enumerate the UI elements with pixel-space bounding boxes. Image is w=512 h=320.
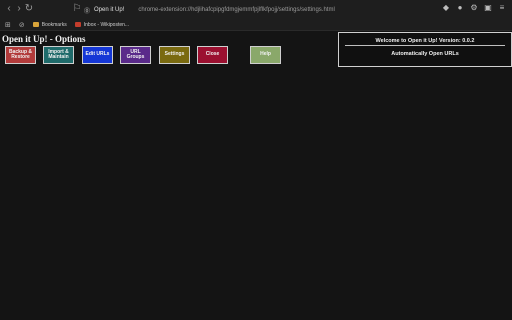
forward-icon[interactable]: › (14, 4, 24, 14)
divider (345, 45, 505, 46)
bookmarks-bar: ⊞ ⊘ Bookmarks Inbox - Wikiposten... (0, 19, 512, 31)
page-title: Open it Up! - Options (2, 34, 86, 44)
status-panel: Welcome to Open it Up! Version: 0.0.2 Au… (338, 32, 512, 67)
import-maintain-button[interactable]: Import & Maintain (43, 46, 74, 64)
profile-icon[interactable]: ● (456, 4, 464, 12)
mode-text: Automatically Open URLs (391, 51, 459, 57)
browser-toolbar: ‹ › ↻ ⚐ ⓪ Open it Up! chrome-extension:/… (0, 0, 512, 19)
history-icon[interactable]: ⊘ (19, 21, 25, 29)
back-icon[interactable]: ‹ (4, 4, 14, 14)
menu-icon[interactable]: ≡ (498, 4, 506, 12)
welcome-text: Welcome to Open it Up! Version: 0.0.2 (375, 38, 475, 44)
tab-title: Open it Up! (94, 7, 125, 13)
page-content: Open it Up! - Options Backup & Restore I… (0, 32, 512, 320)
folder-icon (32, 22, 39, 27)
help-button[interactable]: Help (250, 46, 281, 64)
url-groups-button[interactable]: URL Groups (120, 46, 151, 64)
mail-icon (74, 22, 81, 27)
address-bar[interactable]: ⓪ Open it Up! chrome-extension://hdjliha… (84, 4, 424, 16)
site-info-icon[interactable]: ⓪ (84, 6, 90, 15)
reload-icon[interactable]: ↻ (24, 4, 34, 14)
backup-restore-button[interactable]: Backup & Restore (5, 46, 36, 64)
bookmark-item-bookmarks[interactable]: Bookmarks (32, 22, 67, 28)
shield-icon[interactable]: ◆ (442, 4, 450, 12)
apps-icon[interactable]: ⊞ (5, 21, 11, 29)
edit-urls-button[interactable]: Edit URLs (82, 46, 113, 64)
url-text[interactable]: chrome-extension://hdjlihafcpipgfdmgjemm… (138, 7, 334, 13)
bookmark-item-inbox[interactable]: Inbox - Wikiposten... (74, 22, 129, 28)
close-button[interactable]: Close (197, 46, 228, 64)
bookmark-icon[interactable]: ⚐ (72, 4, 82, 14)
window-icon[interactable]: ▣ (484, 4, 492, 12)
settings-button[interactable]: Settings (159, 46, 190, 64)
extensions-icon[interactable]: ⚙ (470, 4, 478, 12)
